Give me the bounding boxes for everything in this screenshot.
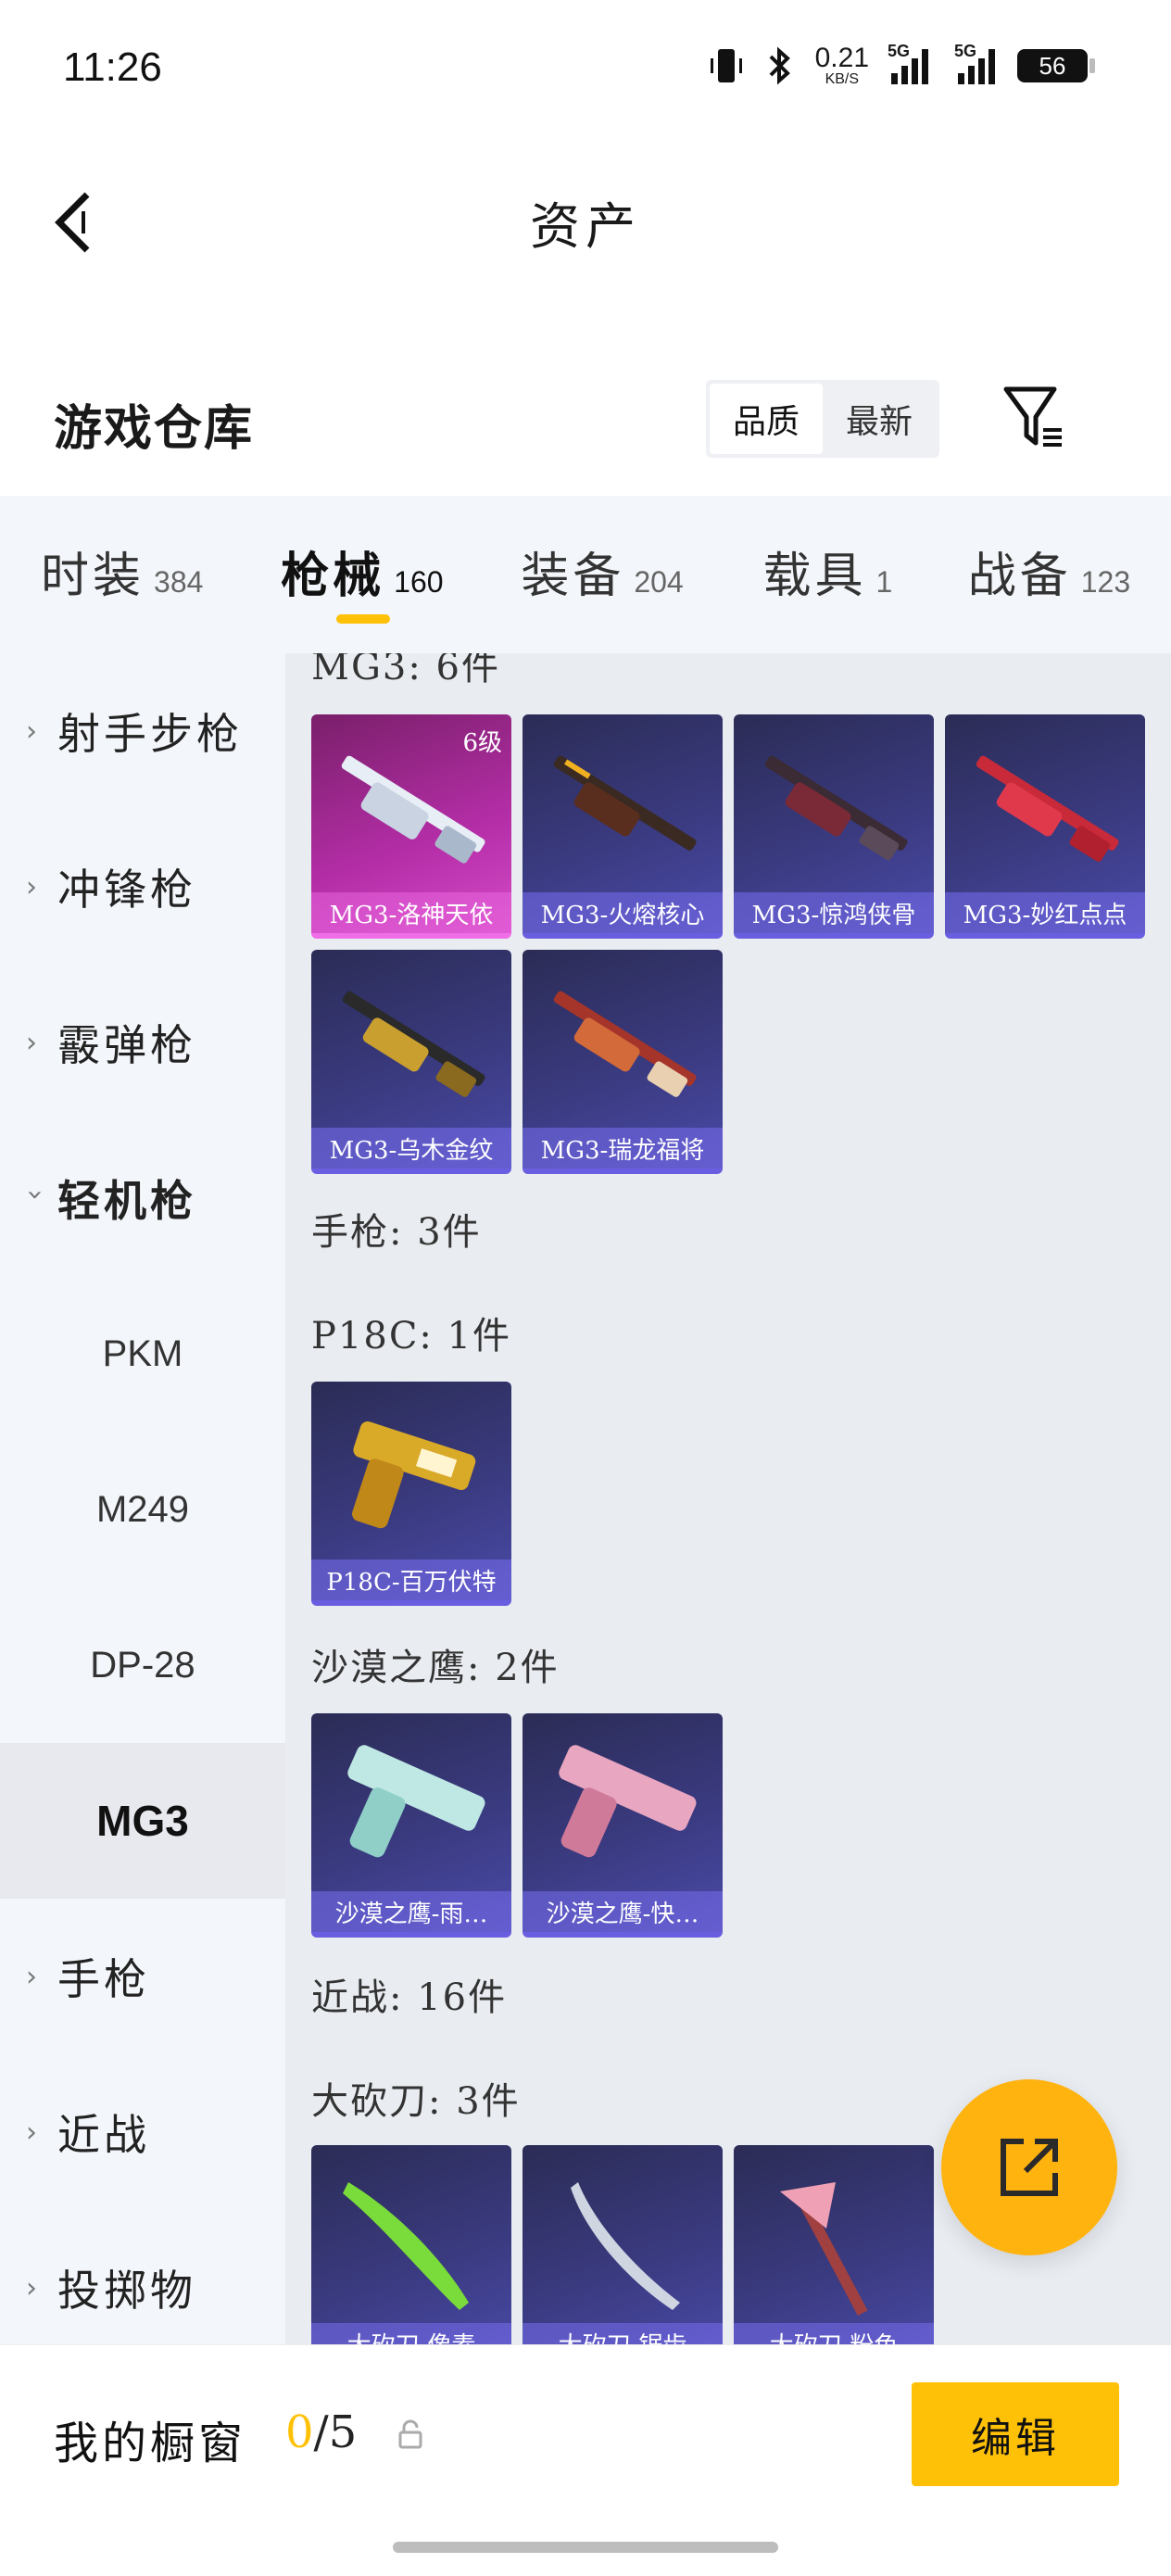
filter-button[interactable]	[1001, 382, 1065, 452]
filter-icon	[1003, 386, 1062, 447]
showcase-count: 0/5	[285, 2406, 358, 2458]
mg3-gun-icon	[342, 991, 485, 1097]
tab-vehicles[interactable]: 载具 1	[762, 496, 967, 653]
mg3-gun-icon	[553, 991, 697, 1097]
weapon-category-sidebar: › 射手步枪 › 冲锋枪 › 霰弹枪 › 轻机枪 PKM M249 DP-28 MG3 …	[0, 653, 285, 2344]
mg3-gun-icon	[976, 755, 1119, 862]
sidebar-subitem-pkm[interactable]: PKM	[0, 1276, 285, 1432]
group-title-desert-eagle: 沙漠之鹰: 2件	[311, 1647, 560, 1689]
tab-equipment[interactable]: 装备 204	[521, 496, 762, 653]
group-title-mg3: MG3: 6件	[311, 653, 500, 688]
pistol-icon	[352, 1421, 476, 1529]
page-title: 资产	[530, 197, 641, 256]
chevron-right-icon: ›	[26, 2271, 37, 2305]
signal-icon: 5G	[954, 42, 995, 84]
group-title-pistol: 手枪: 3件	[311, 1211, 482, 1254]
group-title-machete: 大砍刀: 3件	[311, 2080, 521, 2123]
bluetooth-icon	[769, 46, 790, 85]
chevron-right-icon: ›	[26, 1960, 37, 1993]
item-card[interactable]: 沙漠之鹰-快…	[523, 1713, 723, 1938]
chevron-right-icon: ›	[26, 714, 37, 748]
item-card[interactable]: 大砍刀-锯齿	[523, 2145, 723, 2344]
tab-supplies[interactable]: 战备 123	[968, 496, 1171, 653]
sidebar-item-marksman-rifle[interactable]: › 射手步枪	[0, 653, 285, 809]
vibrate-icon	[710, 49, 742, 82]
edit-button[interactable]: 编辑	[912, 2382, 1119, 2486]
showcase-bar: 我的橱窗 0/5 编辑	[0, 2344, 1171, 2576]
sidebar-item-melee[interactable]: › 近战	[0, 2054, 285, 2210]
item-card[interactable]: MG3-瑞龙福将	[523, 950, 723, 1174]
chevron-right-icon: ›	[26, 870, 37, 903]
lock-icon	[398, 2419, 422, 2449]
status-time: 11:26	[63, 44, 162, 90]
sidebar-item-smg[interactable]: › 冲锋枪	[0, 809, 285, 965]
battery-icon: 56	[1017, 49, 1095, 82]
item-card[interactable]: 大砍刀-像素	[311, 2145, 511, 2344]
chevron-right-icon: ›	[26, 1026, 37, 1059]
item-card[interactable]: MG3-惊鸿侠骨	[734, 714, 934, 939]
sort-quality-button[interactable]: 品质	[710, 384, 823, 454]
sort-toggle: 品质 最新	[706, 380, 939, 458]
chevron-right-icon: ›	[26, 2115, 37, 2149]
machete-icon	[571, 2182, 680, 2310]
category-tabs: 时装 384 枪械 160 装备 204 载具 1 战备 123	[0, 496, 1171, 653]
home-indicator[interactable]	[393, 2542, 778, 2553]
warehouse-bar: 游戏仓库 品质 最新	[0, 361, 1171, 473]
group-title-melee: 近战: 16件	[311, 1976, 508, 2019]
sidebar-subitem-dp28[interactable]: DP-28	[0, 1587, 285, 1743]
tab-fashion[interactable]: 时装 384	[41, 496, 281, 653]
signal-icon: 5G	[888, 42, 928, 84]
mg3-gun-icon	[553, 755, 697, 851]
machete-icon	[343, 2182, 469, 2310]
pistol-icon	[559, 1745, 697, 1858]
sidebar-item-throwables[interactable]: › 投掷物	[0, 2210, 285, 2344]
network-speed: 0.21 KB/S	[814, 43, 869, 87]
item-card[interactable]: 沙漠之鹰-雨…	[311, 1713, 511, 1938]
sidebar-item-pistol[interactable]: › 手枪	[0, 1899, 285, 2054]
item-card[interactable]: P18C-百万伏特	[311, 1382, 511, 1606]
item-card[interactable]: MG3-妙红点点	[945, 714, 1145, 939]
chevron-down-icon: ›	[19, 1189, 52, 1200]
sidebar-subitem-mg3[interactable]: MG3	[0, 1743, 285, 1899]
sidebar-item-lmg[interactable]: › 轻机枪	[0, 1120, 285, 1276]
section-title: 游戏仓库	[54, 400, 255, 457]
showcase-label: 我的橱窗	[54, 2418, 247, 2469]
status-icons: 0.21 KB/S 5G 5G 56	[708, 42, 1095, 87]
pistol-icon	[347, 1745, 485, 1858]
item-card[interactable]: 大砍刀-粉色	[734, 2145, 934, 2344]
mg3-gun-icon	[764, 755, 908, 861]
sidebar-subitem-m249[interactable]: M249	[0, 1432, 285, 1587]
tab-guns[interactable]: 枪械 160	[281, 496, 521, 653]
item-card[interactable]: 6级 MG3-洛神天依	[311, 714, 511, 939]
status-bar: 11:26 0.21 KB/S 5G 5G 56	[0, 0, 1171, 139]
sidebar-item-shotgun[interactable]: › 霰弹枪	[0, 965, 285, 1120]
share-button[interactable]	[941, 2079, 1117, 2255]
external-link-icon	[1001, 2139, 1058, 2196]
axe-icon	[780, 2182, 868, 2317]
sort-newest-button[interactable]: 最新	[823, 384, 936, 454]
header: 资产	[0, 139, 1171, 306]
item-card[interactable]: MG3-乌木金纹	[311, 950, 511, 1174]
group-title-p18c: P18C: 1件	[311, 1315, 512, 1357]
item-card[interactable]: MG3-火熔核心	[523, 714, 723, 939]
